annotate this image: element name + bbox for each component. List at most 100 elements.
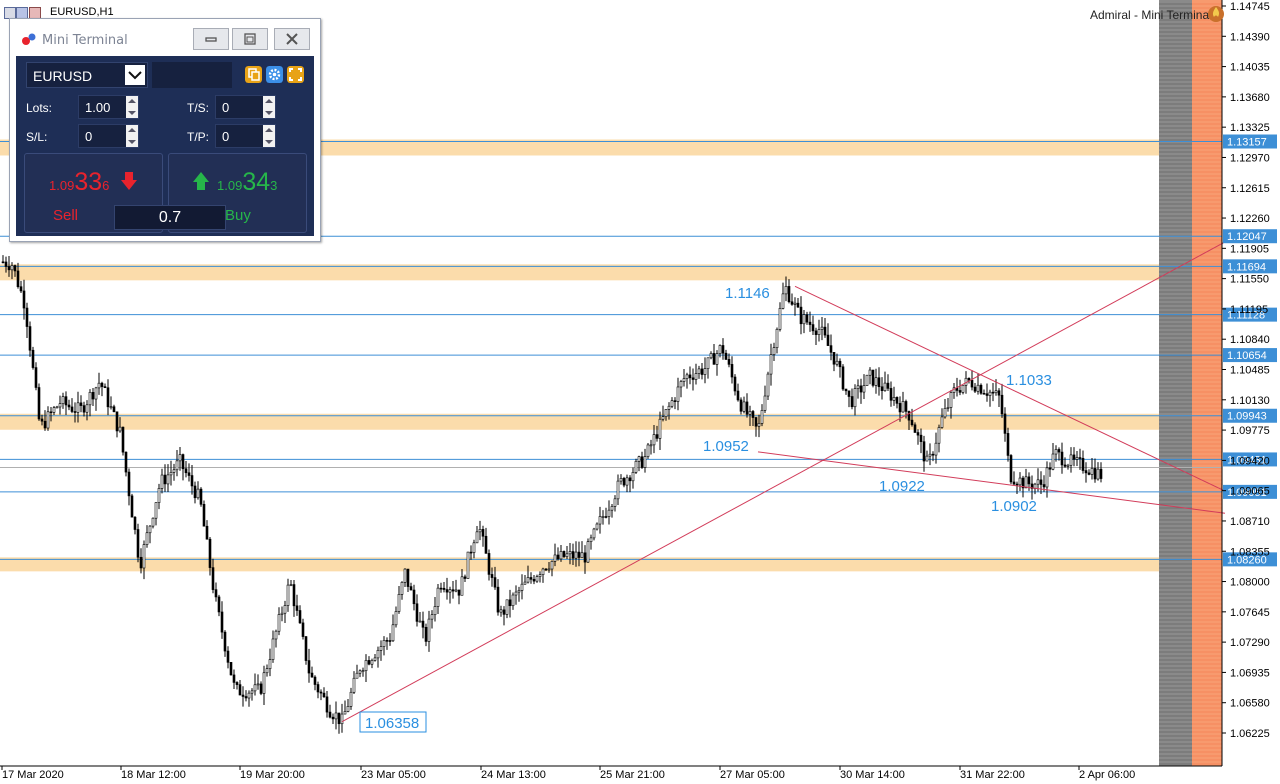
candle-body <box>949 392 953 408</box>
candle-body <box>364 660 368 671</box>
candle-body <box>670 400 674 407</box>
maximize-button[interactable] <box>232 28 268 50</box>
symbol-select[interactable]: EURUSD <box>26 62 148 88</box>
candle-body <box>556 554 560 560</box>
candle-body <box>286 584 290 606</box>
candle-body <box>253 684 257 692</box>
candle-body <box>478 529 482 533</box>
gear-icon[interactable] <box>266 66 283 83</box>
candle-body <box>334 712 338 720</box>
candle-body <box>997 390 1001 396</box>
candle-body <box>427 618 431 642</box>
candle-body <box>1024 476 1028 489</box>
candle-body <box>619 478 623 482</box>
candle-body <box>475 531 479 544</box>
candle-body <box>604 516 608 518</box>
candle-body <box>661 416 665 420</box>
candle-body <box>292 584 296 607</box>
candle-body <box>676 386 680 402</box>
candle-body <box>820 326 824 330</box>
candle-body <box>454 589 458 592</box>
ts-stepper[interactable] <box>263 96 275 118</box>
candle-body <box>277 614 281 632</box>
price-tick-label: 1.11550 <box>1230 274 1269 286</box>
lots-input[interactable]: 1.00 <box>78 95 139 119</box>
sl-input[interactable]: 0 <box>78 124 139 148</box>
price-tick-label: 1.08355 <box>1230 546 1270 558</box>
candle-body <box>442 587 446 590</box>
candle-body <box>415 603 419 622</box>
candle-body <box>319 691 323 694</box>
candle-body <box>313 676 317 685</box>
candle-body <box>715 353 719 365</box>
candle-body <box>148 525 152 534</box>
candle-body <box>103 386 107 389</box>
candle-body <box>196 488 200 499</box>
candle-body <box>94 387 98 400</box>
candle-body <box>550 561 554 570</box>
candle-body <box>829 345 833 353</box>
candle-body <box>151 517 155 527</box>
candle-body <box>784 286 788 295</box>
candle-body <box>805 314 809 323</box>
grey-session-band <box>1159 0 1192 766</box>
candle-body <box>166 474 170 485</box>
candle-body <box>256 683 260 686</box>
candle-body <box>835 360 839 365</box>
sl-value: 0 <box>85 129 93 144</box>
candle-body <box>565 553 569 557</box>
tp-stepper[interactable] <box>263 125 275 147</box>
candle-body <box>721 345 725 354</box>
candle-body <box>787 286 791 303</box>
candle-body <box>643 456 647 468</box>
candle-body <box>385 640 389 642</box>
candle-body <box>799 306 803 325</box>
ts-input[interactable]: 0 <box>215 95 276 119</box>
indicator-label: Admiral - Mini Terminal <box>1090 8 1212 22</box>
candle-body <box>523 581 527 585</box>
candle-body <box>889 388 893 401</box>
candle-body <box>355 672 359 679</box>
candle-body <box>1 261 5 264</box>
candle-body <box>628 477 632 482</box>
price-tick-label: 1.10840 <box>1230 334 1270 346</box>
symbol-dropdown-button[interactable] <box>125 65 145 85</box>
lots-stepper[interactable] <box>126 96 138 118</box>
expand-icon[interactable] <box>287 66 304 83</box>
copy-icon[interactable] <box>245 66 262 83</box>
candle-body <box>673 400 677 402</box>
minimize-button[interactable] <box>193 28 229 50</box>
candle-body <box>127 471 131 497</box>
candle-body <box>1012 481 1016 485</box>
candle-body <box>250 690 254 694</box>
candle-body <box>610 506 614 511</box>
candle-body <box>244 696 248 699</box>
candle-body <box>1093 468 1097 480</box>
candle-body <box>589 537 593 542</box>
candle-body <box>679 381 683 388</box>
mini-terminal-window[interactable]: Mini Terminal EURUSD Lots: 1.00 T/S: 0 S… <box>9 18 321 242</box>
tp-input[interactable]: 0 <box>215 124 276 148</box>
sl-stepper[interactable] <box>126 125 138 147</box>
terminal-logo-icon <box>22 33 36 45</box>
candle-body <box>592 528 596 539</box>
candle-body <box>823 326 827 336</box>
candle-body <box>100 382 104 387</box>
candle-body <box>598 516 602 525</box>
candle-body <box>1072 454 1076 460</box>
indicator-fire-icon[interactable] <box>1206 3 1226 23</box>
price-tick-label: 1.07645 <box>1230 607 1270 619</box>
close-button[interactable] <box>274 28 310 50</box>
price-tick-label: 1.13325 <box>1230 122 1270 134</box>
candle-body <box>409 586 413 591</box>
mini-terminal-titlebar[interactable]: Mini Terminal <box>10 19 320 54</box>
chevron-down-icon <box>128 71 142 80</box>
candle-body <box>778 308 782 330</box>
candle-body <box>193 485 197 499</box>
support-trendline[interactable] <box>341 241 1226 723</box>
candle-body <box>58 403 62 408</box>
candle-body <box>487 553 491 575</box>
time-tick-label: 19 Mar 20:00 <box>240 769 305 781</box>
candle-body <box>298 610 302 624</box>
candle-body <box>616 480 620 500</box>
